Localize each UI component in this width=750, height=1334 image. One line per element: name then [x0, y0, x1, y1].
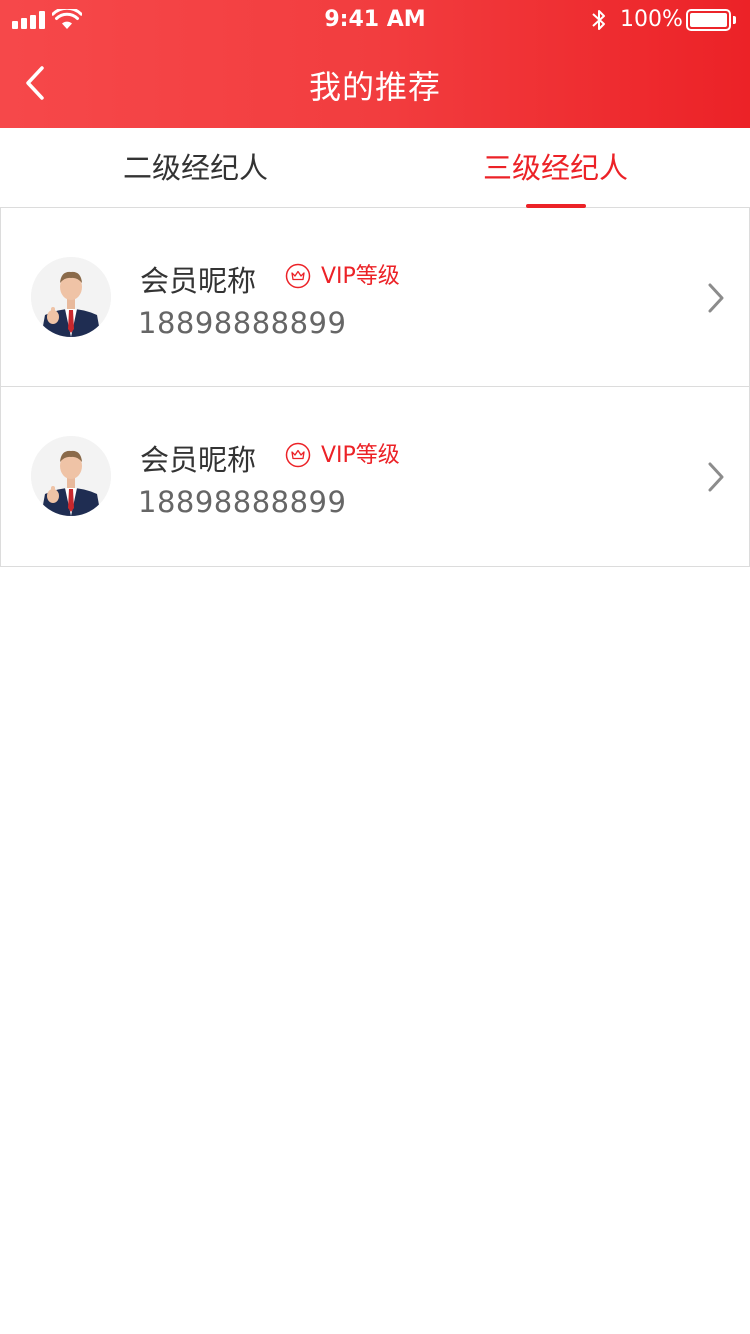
tab-level-2-agents[interactable]: 二级经纪人 — [8, 128, 383, 208]
member-list: 会员昵称 VIP等级 18898888899 会员昵称 VIP等级 188988… — [0, 208, 750, 567]
avatar — [31, 257, 111, 337]
member-phone: 18898888899 — [138, 306, 347, 340]
header: 9:41 AM 100% 我的推荐 — [0, 0, 750, 128]
member-nickname: 会员昵称 — [140, 443, 257, 477]
vip-level-label: VIP等级 — [321, 443, 400, 468]
battery-icon — [686, 9, 736, 31]
list-item[interactable]: 会员昵称 VIP等级 18898888899 — [1, 208, 749, 387]
member-phone: 18898888899 — [138, 485, 347, 519]
crown-icon — [285, 442, 311, 468]
chevron-right-icon — [708, 462, 724, 492]
crown-icon — [285, 263, 311, 289]
status-bar: 9:41 AM 100% — [0, 0, 750, 40]
chevron-right-icon — [708, 283, 724, 313]
avatar — [31, 436, 111, 516]
vip-level-label: VIP等级 — [321, 264, 400, 289]
tab-bar: 二级经纪人 三级经纪人 — [0, 128, 750, 208]
tab-level-3-agents[interactable]: 三级经纪人 — [368, 128, 743, 208]
bluetooth-icon — [592, 10, 605, 30]
list-item[interactable]: 会员昵称 VIP等级 18898888899 — [1, 387, 749, 566]
page-title: 我的推荐 — [308, 68, 441, 106]
battery-percent: 100% — [620, 7, 683, 32]
nav-bar: 我的推荐 — [0, 40, 750, 128]
member-nickname: 会员昵称 — [140, 264, 257, 298]
